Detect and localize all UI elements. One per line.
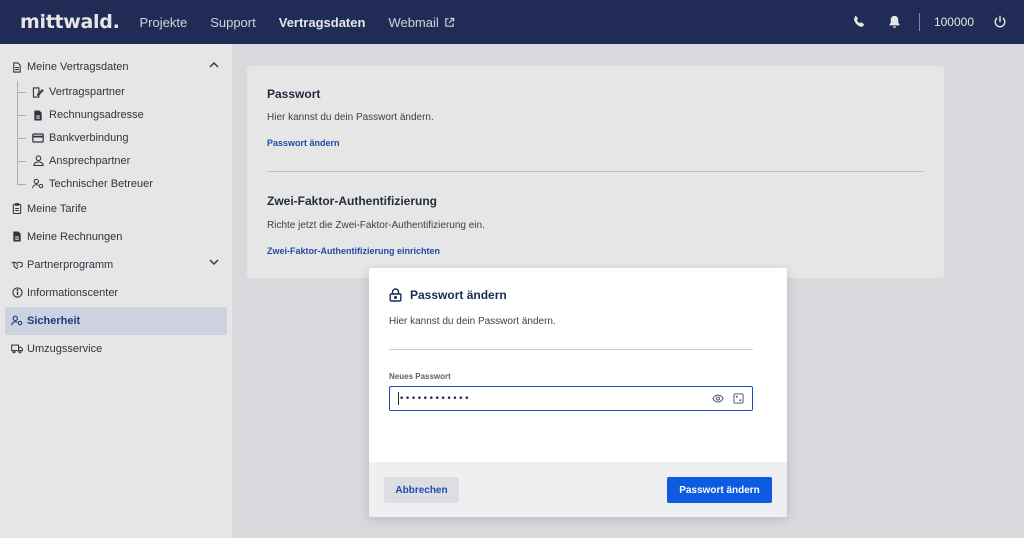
lock-icon xyxy=(389,288,403,302)
new-password-label: Neues Passwort xyxy=(389,372,451,381)
modal-title: Passwort ändern xyxy=(389,288,507,302)
modal-title-text: Passwort ändern xyxy=(410,288,507,302)
change-password-button[interactable]: Passwort ändern xyxy=(667,477,772,503)
password-generator-icon[interactable] xyxy=(733,393,744,404)
change-password-modal: Passwort ändern Hier kannst du dein Pass… xyxy=(369,268,787,517)
modal-footer: Abbrechen Passwort ändern xyxy=(369,462,787,517)
new-password-input[interactable] xyxy=(390,388,690,409)
cancel-button[interactable]: Abbrechen xyxy=(384,477,459,503)
new-password-field-wrapper xyxy=(389,386,753,411)
text-cursor xyxy=(398,392,399,405)
eye-icon[interactable] xyxy=(712,394,724,403)
field-actions xyxy=(703,393,744,404)
modal-description: Hier kannst du dein Passwort ändern. xyxy=(389,316,556,327)
modal-divider xyxy=(389,349,753,350)
